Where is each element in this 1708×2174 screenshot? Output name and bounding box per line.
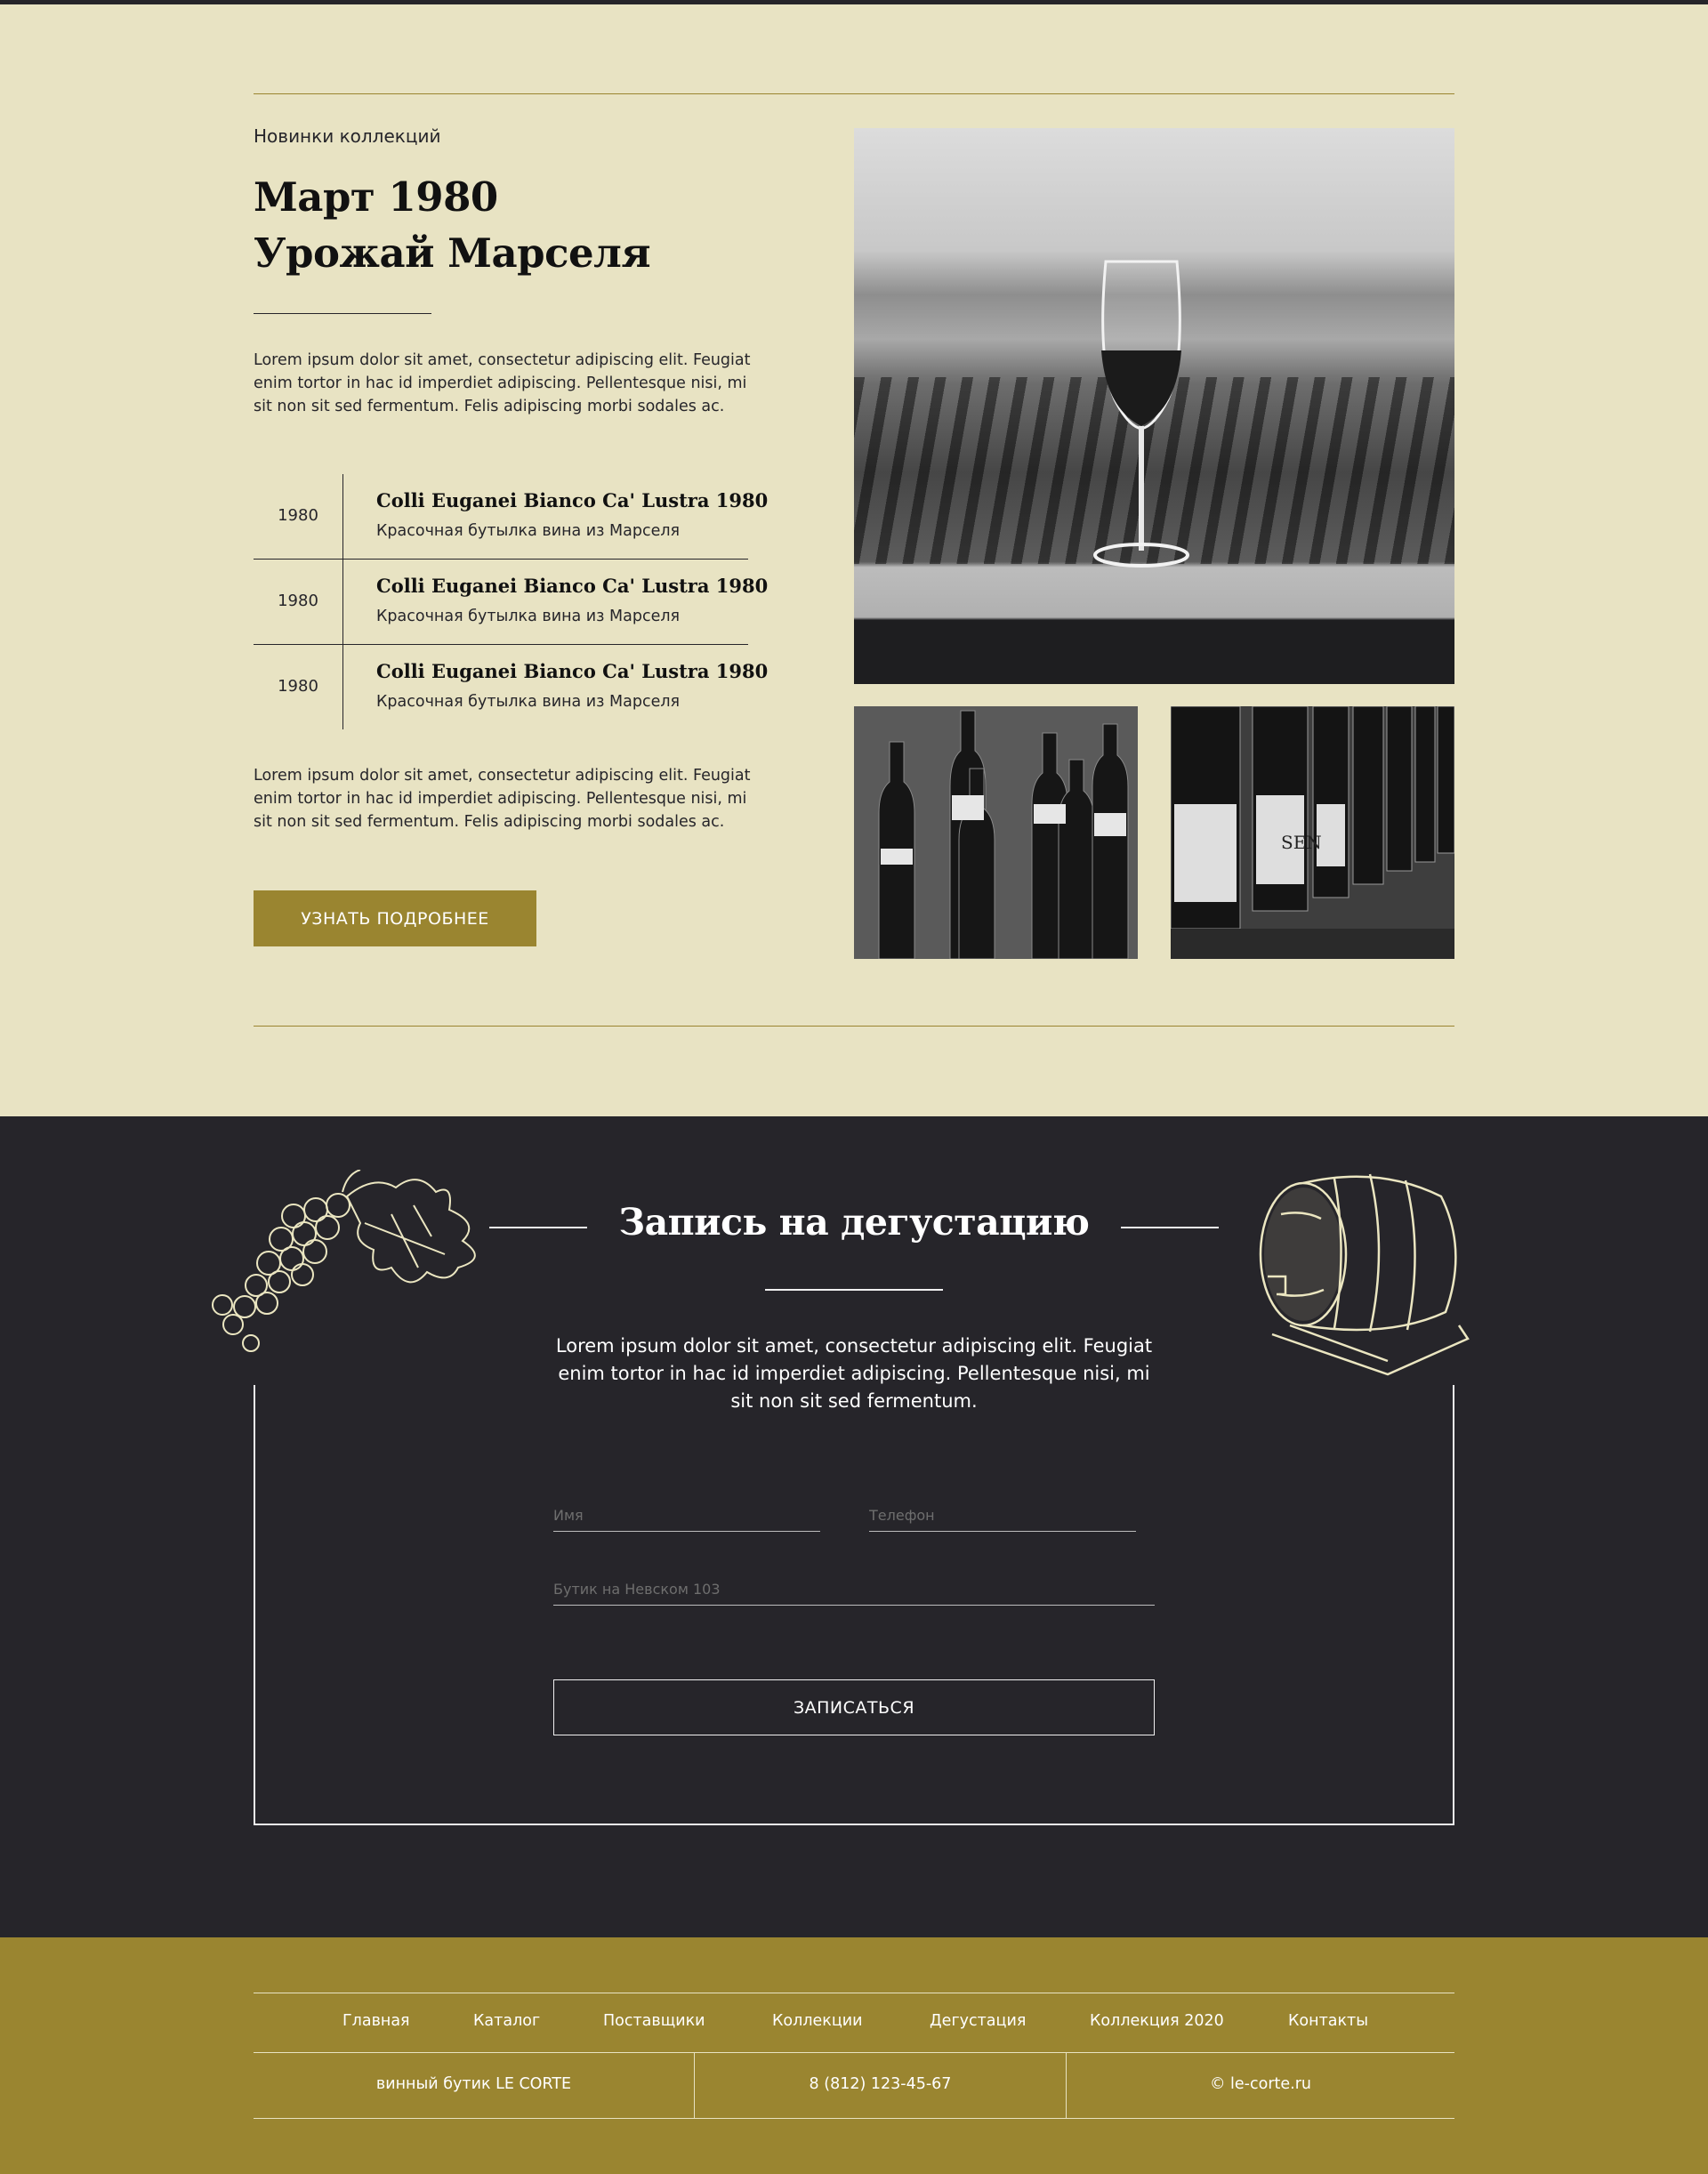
footer-link-collections[interactable]: Коллекции [772,2012,863,2030]
footer [0,1937,1708,2174]
page-title: Март 1980 Урожай Марселя [254,169,651,281]
tasting-title-underline [765,1289,943,1291]
barrel-icon [1259,1173,1470,1376]
wine-year: 1980 [278,506,318,525]
section-divider-top [254,93,1454,94]
vineyard-wine-glass-photo [854,128,1454,684]
footer-copyright: © le-corte.ru [1209,2075,1311,2093]
learn-more-button[interactable]: УЗНАТЬ ПОДРОБНЕЕ [254,890,536,946]
section-kicker: Новинки коллекций [254,125,441,147]
secondary-paragraph: Lorem ipsum dolor sit amet, consectetur … [254,767,751,831]
top-border [0,0,1708,4]
tasting-description: Lorem ipsum dolor sit amet, consectetur … [555,1335,1153,1412]
footer-link-contacts[interactable]: Контакты [1288,2012,1368,2030]
wine-subtitle: Красочная бутылка вина из Марселя [376,693,681,711]
section-divider-bottom [254,1026,1454,1027]
footer-link-suppliers[interactable]: Поставщики [603,2012,705,2030]
boutique-input[interactable] [553,1579,1155,1606]
intro-paragraph: Lorem ipsum dolor sit amet, consectetur … [254,351,751,415]
wine-subtitle: Красочная бутылка вина из Марселя [376,522,681,540]
footer-link-tasting[interactable]: Дегустация [930,2012,1026,2030]
bottles-image [854,706,1138,959]
signup-button[interactable]: ЗАПИСАТЬСЯ [553,1679,1155,1735]
grapes-icon [212,1170,476,1352]
headline-line-1: Март 1980 [254,173,498,221]
wine-title: Colli Euganei Bianco Ca' Lustra 1980 [376,660,769,682]
footer-line-bottom [254,2118,1454,2119]
footer-phone[interactable]: 8 (812) 123-45-67 [695,2075,1066,2093]
wine-title: Colli Euganei Bianco Ca' Lustra 1980 [376,489,769,511]
wine-glass-image [1093,260,1189,568]
list-item[interactable]: 1980 Colli Euganei Bianco Ca' Lustra 198… [254,645,768,730]
list-item[interactable]: 1980 Colli Euganei Bianco Ca' Lustra 198… [254,474,768,560]
bottle-label-text: SEN [1281,832,1322,853]
shelf-image: SEN [1171,706,1454,959]
footer-brand: винный бутик LE CORTE [375,2075,572,2093]
footer-link-catalog[interactable]: Каталог [473,2012,540,2030]
wine-bottles-photo [854,706,1138,959]
wine-shelf-photo: SEN [1171,706,1454,959]
vintage-list: 1980 Colli Euganei Bianco Ca' Lustra 198… [254,474,768,730]
headline-line-2: Урожай Марселя [254,229,651,277]
wine-subtitle: Красочная бутылка вина из Марселя [376,608,681,625]
list-item[interactable]: 1980 Colli Euganei Bianco Ca' Lustra 198… [254,560,768,645]
footer-line-middle [254,2052,1454,2053]
tasting-title: Запись на дегустацию [618,1201,1090,1244]
wine-year: 1980 [278,592,318,610]
footer-link-home[interactable]: Главная [342,2012,410,2030]
phone-input[interactable] [869,1505,1136,1532]
footer-link-collection-2020[interactable]: Коллекция 2020 [1090,2012,1224,2030]
wine-year: 1980 [278,677,318,696]
wine-title: Colli Euganei Bianco Ca' Lustra 1980 [376,575,769,597]
title-underline [254,313,431,314]
name-input[interactable] [553,1505,820,1532]
